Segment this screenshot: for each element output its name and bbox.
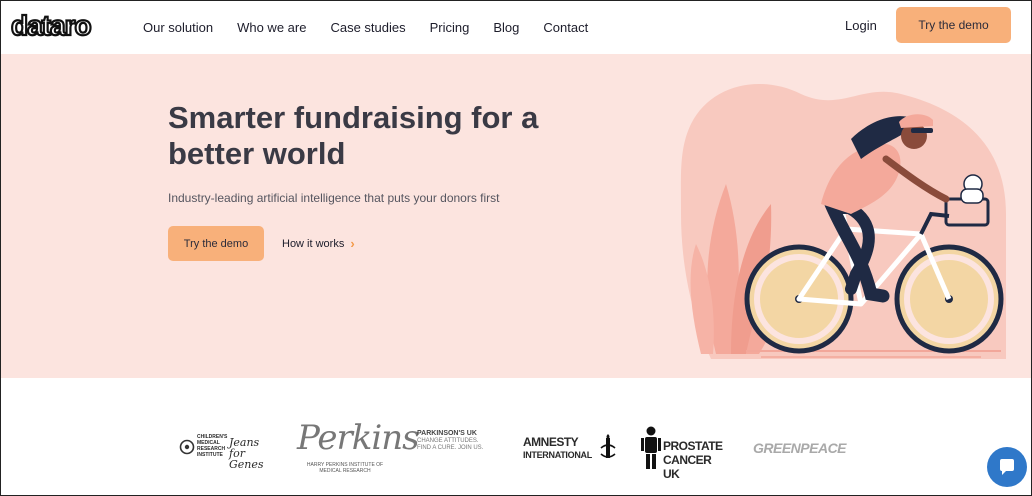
nav-who-we-are[interactable]: Who we are (237, 20, 306, 35)
main-nav: Our solution Who we are Case studies Pri… (143, 1, 612, 53)
chat-widget-button[interactable] (987, 447, 1027, 487)
parkinsons-tagline: CHANGE ATTITUDES. FIND A CURE. JOIN US. (417, 438, 484, 451)
hero-subtitle: Industry-leading artificial intelligence… (168, 191, 500, 205)
login-link[interactable]: Login (845, 18, 877, 33)
prostate-cancer-uk-logo: PROSTATE CANCER UK (641, 426, 727, 481)
cmri-text: CHILDREN'S MEDICAL RESEARCH INSTITUTE (197, 434, 228, 458)
hero-demo-button[interactable]: Try the demo (168, 226, 264, 261)
header-demo-button[interactable]: Try the demo (896, 7, 1011, 43)
harry-perkins-logo: Perkins HARRY PERKINS INSTITUTE OF MEDIC… (295, 418, 420, 476)
nav-pricing[interactable]: Pricing (430, 20, 470, 35)
nav-blog[interactable]: Blog (493, 20, 519, 35)
nav-our-solution[interactable]: Our solution (143, 20, 213, 35)
site-header: dataro Our solution Who we are Case stud… (1, 1, 1031, 53)
how-it-works-label: How it works (282, 237, 345, 250)
perkins-signature: Perkins (297, 418, 420, 458)
jeans-for-genes-text: Jeans for Genes (229, 436, 264, 471)
svg-text:dataro: dataro (11, 11, 91, 41)
cyclist-illustration (680, 84, 1006, 359)
amnesty-line2: INTERNATIONAL (523, 450, 592, 460)
cmri-icon (179, 439, 195, 455)
dataro-logo[interactable]: dataro (11, 11, 103, 41)
perkins-caption: HARRY PERKINS INSTITUTE OF MEDICAL RESEA… (306, 462, 384, 474)
nav-contact[interactable]: Contact (543, 20, 588, 35)
man-figure-icon (641, 426, 661, 469)
hero-title: Smarter fundraising for a better world (168, 100, 539, 171)
prostate-text: PROSTATE CANCER UK (663, 439, 723, 481)
nav-case-studies[interactable]: Case studies (330, 20, 405, 35)
cmri-jeans-for-genes-logo: CHILDREN'S MEDICAL RESEARCH INSTITUTE Je… (179, 434, 273, 470)
chevron-right-icon: › (350, 236, 355, 251)
amnesty-line1: AMNESTY (523, 435, 579, 449)
hero-section: Smarter fundraising for a better world I… (1, 54, 1031, 378)
greenpeace-logo: GREENPEACE (753, 440, 847, 456)
page-frame: dataro Our solution Who we are Case stud… (0, 0, 1032, 496)
parkinsons-name: PARKINSON'S UK (417, 430, 477, 437)
how-it-works-link[interactable]: How it works › (282, 236, 355, 251)
partner-logos: CHILDREN'S MEDICAL RESEARCH INSTITUTE Je… (1, 378, 1031, 495)
chat-bubble-icon (1000, 459, 1014, 475)
amnesty-international-logo: AMNESTY INTERNATIONAL (521, 434, 617, 466)
candle-icon (600, 434, 616, 458)
parkinsons-uk-logo: PARKINSON'S UK CHANGE ATTITUDES. FIND A … (417, 430, 497, 466)
